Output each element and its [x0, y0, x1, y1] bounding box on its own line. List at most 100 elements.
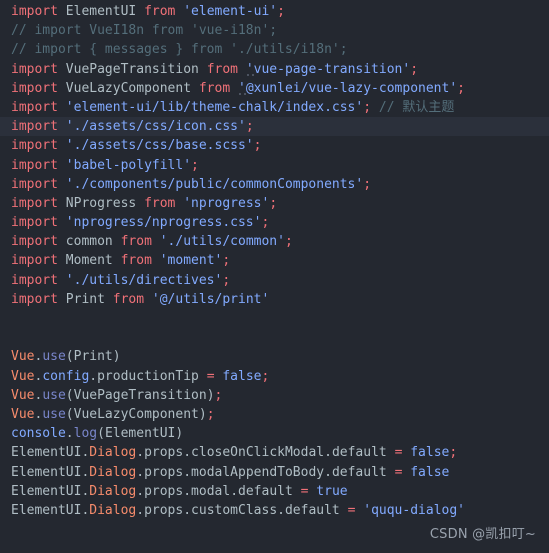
code-line[interactable]: import Moment from 'moment';	[0, 251, 549, 270]
code-token: './utils/directives'	[65, 272, 223, 288]
code-token: Vue	[11, 406, 35, 422]
string-quote-marker: '	[245, 61, 254, 77]
code-token: ;	[363, 99, 372, 115]
code-line[interactable]: import 'nprogress/nprogress.css';	[0, 213, 549, 232]
code-token: modal	[191, 483, 231, 499]
code-line[interactable]: import 'element-ui/lib/theme-chalk/index…	[0, 98, 549, 117]
code-token: import	[11, 61, 58, 77]
code-line[interactable]: import Print from '@/utils/print'	[0, 290, 549, 309]
code-token: ;	[222, 272, 231, 288]
code-token: ;	[457, 80, 465, 96]
code-token: VuePageTransition	[73, 387, 207, 403]
code-line[interactable]: import NProgress from 'nprogress';	[0, 194, 549, 213]
code-line[interactable]: ElementUI.Dialog.props.customClass.defau…	[0, 501, 549, 520]
code-token: ElementUI	[11, 483, 82, 499]
code-token: import	[11, 195, 58, 211]
code-token: ElementUI	[11, 445, 82, 461]
code-line[interactable]: Vue.use(VueLazyComponent);	[0, 405, 549, 424]
string-quote-marker: '	[238, 80, 246, 96]
code-token: false	[410, 464, 450, 480]
code-line[interactable]	[0, 328, 549, 347]
code-line[interactable]: import common from './utils/common';	[0, 232, 549, 251]
code-token: Vue	[11, 368, 35, 384]
code-token: ;	[277, 4, 285, 19]
code-token: 'element-ui'	[183, 4, 278, 19]
code-token: (	[97, 426, 105, 442]
code-token: Dialog	[89, 483, 137, 499]
code-token: log	[73, 426, 98, 442]
code-line[interactable]: import VueLazyComponent from '@xunlei/vu…	[0, 79, 549, 98]
code-token: import	[11, 291, 58, 307]
code-token: closeOnClickModal	[191, 445, 325, 461]
code-token: )	[206, 387, 215, 403]
code-token: )	[112, 349, 121, 365]
code-token: ElementUI	[11, 464, 82, 480]
code-token: productionTip	[97, 368, 199, 384]
code-line[interactable]: import './components/public/commonCompon…	[0, 175, 549, 194]
code-line[interactable]: import 'babel-polyfill';	[0, 156, 549, 175]
code-token: import	[11, 119, 58, 135]
code-token: Dialog	[89, 464, 137, 480]
code-token: 'element-ui/lib/theme-chalk/index.css'	[65, 99, 364, 115]
code-token: './assets/css/base.scss'	[65, 138, 254, 154]
code-token: .	[136, 445, 145, 461]
code-line[interactable]: Vue.config.productionTip = false;	[0, 367, 549, 386]
code-editor[interactable]: import ElementUI from 'element-ui'; // im…	[0, 0, 549, 553]
code-token: .	[230, 483, 239, 499]
code-line[interactable]: import './utils/directives';	[0, 271, 549, 290]
code-lines-container[interactable]: import ElementUI from 'element-ui'; // im…	[0, 0, 549, 520]
code-token: .	[183, 464, 192, 480]
code-line[interactable]: ElementUI.Dialog.props.modal.default = t…	[0, 482, 549, 501]
code-line[interactable]: import VuePageTransition from 'vue-page-…	[0, 60, 549, 79]
code-token: ;	[253, 138, 262, 154]
code-token: from	[198, 80, 231, 96]
code-token: './assets/css/icon.css'	[65, 119, 246, 135]
csdn-watermark: CSDN @凯扣叮~	[429, 526, 536, 542]
code-token: 'babel-polyfill'	[65, 157, 192, 173]
code-token: ElementUI	[65, 4, 137, 19]
code-token: from	[120, 234, 152, 250]
code-line[interactable]: import ElementUI from 'element-ui';	[0, 2, 549, 21]
code-line[interactable]	[0, 309, 549, 328]
code-line[interactable]: console.log(ElementUI)	[0, 424, 549, 443]
code-token: import	[11, 157, 58, 173]
code-token: props	[144, 445, 184, 461]
code-token: 'ququ-dialog'	[363, 502, 465, 518]
code-line[interactable]: Vue.use(Print)	[0, 347, 549, 366]
code-token: // 默认主题	[378, 99, 455, 115]
code-line[interactable]: // import { messages } from './utils/i18…	[0, 40, 549, 59]
code-token: Print	[73, 349, 113, 365]
code-line[interactable]: ElementUI.Dialog.props.closeOnClickModal…	[0, 443, 549, 462]
code-token: (	[65, 406, 74, 422]
code-token: .	[324, 445, 332, 461]
code-token: ;	[222, 253, 231, 269]
code-token: modalAppendToBody	[191, 464, 325, 480]
code-token: NProgress	[65, 195, 137, 211]
code-line[interactable]: import './assets/css/icon.css';	[0, 117, 549, 137]
code-token: .	[324, 464, 332, 480]
code-token: .	[183, 445, 192, 461]
code-line[interactable]: import './assets/css/base.scss';	[0, 136, 549, 155]
code-token: from	[144, 4, 176, 19]
code-line[interactable]: ElementUI.Dialog.props.modalAppendToBody…	[0, 463, 549, 482]
code-token: config	[42, 368, 90, 384]
code-token: false	[222, 368, 262, 384]
code-token: .	[183, 502, 192, 518]
code-line[interactable]: // import VueI18n from 'vue-i18n';	[0, 21, 549, 40]
code-token: ;	[363, 176, 372, 192]
code-line[interactable]: Vue.use(VuePageTransition);	[0, 386, 549, 405]
